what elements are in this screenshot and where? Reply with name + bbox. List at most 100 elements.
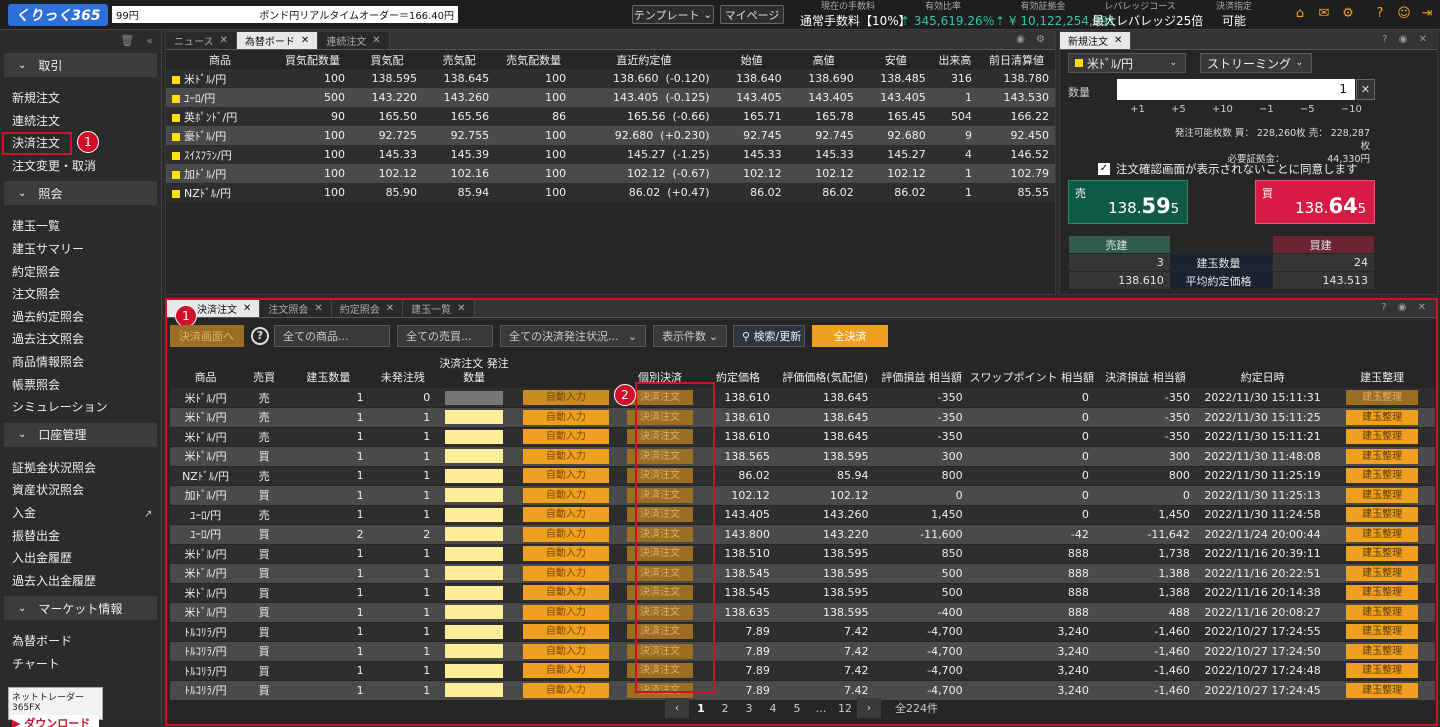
clear-qty-icon[interactable]: ✕ xyxy=(1356,79,1375,100)
position-col-4[interactable]: 決済注文 発注数量 xyxy=(436,352,512,388)
qty-step-button[interactable]: +10 xyxy=(1212,104,1233,120)
settle-order-button[interactable]: 決済注文 xyxy=(626,448,693,464)
position-col-1[interactable]: 売買 xyxy=(241,352,287,388)
rate-ask[interactable]: 102.16 xyxy=(451,167,490,180)
settle-qty-input[interactable] xyxy=(445,488,504,503)
rate-row[interactable]: 英ﾎﾟﾝﾄﾞ/円 90 165.50 165.56 86 165.56 (-0.66) 16… xyxy=(166,107,1055,126)
settle-order-button[interactable]: 決済注文 xyxy=(626,624,693,640)
rate-row[interactable]: 豪ﾄﾞﾙ/円 100 92.725 92.755 100 92.680 (+0.230) 9… xyxy=(166,126,1055,145)
check-icon[interactable]: ✓ xyxy=(1098,163,1110,175)
sidebar-item-1-2[interactable]: 約定照会 xyxy=(0,261,161,284)
search-button[interactable]: ⚲ 検索/更新 xyxy=(733,325,805,347)
rate-bid[interactable]: 143.220 xyxy=(372,91,418,104)
auto-fill-button[interactable]: 自動入力 xyxy=(522,390,609,405)
organize-button[interactable]: 建玉整理 xyxy=(1346,487,1419,503)
sidebar-item-2-1[interactable]: 資産状況照会 xyxy=(0,479,161,502)
rate-bid[interactable]: 85.90 xyxy=(386,186,418,199)
sidebar-item-1-6[interactable]: 商品情報照会 xyxy=(0,351,161,374)
auto-fill-button[interactable]: 自動入力 xyxy=(522,546,609,562)
sidebar-section-1[interactable]: ⌄ 照会 xyxy=(4,181,157,206)
rate-row[interactable]: NZﾄﾞﾙ/円 100 85.90 85.94 100 86.02 (+0.47) 86.0… xyxy=(166,183,1055,202)
close-icon[interactable]: ✕ xyxy=(301,35,309,46)
settle-order-button[interactable]: 決済注文 xyxy=(626,526,693,542)
sidebar-item-2-4[interactable]: 入出金履歴 xyxy=(0,547,161,570)
auto-fill-button[interactable]: 自動入力 xyxy=(522,448,609,464)
organize-button[interactable]: 建玉整理 xyxy=(1346,507,1419,523)
tab-continuous-order[interactable]: 連続注文 ✕ xyxy=(318,32,390,49)
settle-order-button[interactable]: 決済注文 xyxy=(626,429,693,445)
position-col-7[interactable]: 約定価格 xyxy=(700,352,776,388)
count-filter[interactable]: 表示件数 ⌄ xyxy=(653,325,727,347)
tab-position-list[interactable]: 建玉一覧 ✕ xyxy=(403,300,475,317)
rate-bid[interactable]: 145.33 xyxy=(379,148,418,161)
settle-qty-input[interactable] xyxy=(445,683,504,698)
settle-all-button[interactable]: 全決済 xyxy=(812,325,888,347)
sidebar-item-2-3[interactable]: 振替出金 xyxy=(0,525,161,548)
organize-button[interactable]: 建玉整理 xyxy=(1346,429,1419,445)
page-5[interactable]: … xyxy=(809,702,833,715)
auto-fill-button[interactable]: 自動入力 xyxy=(522,487,609,503)
page-4[interactable]: 5 xyxy=(785,702,809,715)
side-filter[interactable]: 全ての売買... xyxy=(397,325,493,347)
auto-fill-button[interactable]: 自動入力 xyxy=(522,663,609,679)
sell-price-button[interactable]: 売 138.595 xyxy=(1068,180,1188,224)
auto-fill-button[interactable]: 自動入力 xyxy=(522,565,609,581)
settle-qty-input[interactable] xyxy=(445,624,504,639)
tab-new-order[interactable]: 新規注文 ✕ xyxy=(1060,32,1132,49)
settle-qty-input[interactable] xyxy=(445,468,504,483)
help-icon[interactable]: ? xyxy=(1373,7,1387,21)
settle-order-button[interactable]: 決済注文 xyxy=(626,468,693,484)
page-3[interactable]: 4 xyxy=(761,702,785,715)
qty-step-button[interactable]: −5 xyxy=(1300,104,1315,120)
auto-fill-button[interactable]: 自動入力 xyxy=(522,604,609,620)
settle-qty-input[interactable] xyxy=(445,527,504,542)
organize-button[interactable]: 建玉整理 xyxy=(1346,448,1419,464)
rate-ask[interactable]: 143.260 xyxy=(444,91,490,104)
qty-step-button[interactable]: +5 xyxy=(1171,104,1186,120)
logout-icon[interactable]: ⇥ xyxy=(1420,7,1434,21)
collapse-icon[interactable]: « xyxy=(146,34,153,47)
qty-step-button[interactable]: −10 xyxy=(1341,104,1362,120)
sidebar-item-1-8[interactable]: シミュレーション xyxy=(0,396,161,419)
close-icon[interactable]: ✕ xyxy=(372,35,380,46)
back-to-settle-button[interactable]: 決済画面へ xyxy=(170,325,244,347)
panel-controls-icon[interactable]: ◉ ⚙ xyxy=(1016,34,1049,45)
organize-button[interactable]: 建玉整理 xyxy=(1346,390,1419,405)
settle-order-button[interactable]: 決済注文 xyxy=(626,682,693,698)
settle-qty-input[interactable] xyxy=(445,585,504,600)
sidebar-item-3-0[interactable]: 為替ボード xyxy=(0,630,161,653)
rate-ask[interactable]: 138.645 xyxy=(444,72,490,85)
sidebar-item-1-4[interactable]: 過去約定照会 xyxy=(0,306,161,329)
position-col-9[interactable]: 評価損益 相当額 xyxy=(875,352,969,388)
settle-qty-input[interactable] xyxy=(445,507,504,522)
organize-button[interactable]: 建玉整理 xyxy=(1346,682,1419,698)
rate-bid[interactable]: 102.12 xyxy=(379,167,418,180)
download-button[interactable]: ▶ ダウンロード xyxy=(12,715,99,727)
rate-row[interactable]: 加ﾄﾞﾙ/円 100 102.12 102.16 100 102.12 (-0.67) 10… xyxy=(166,164,1055,183)
mail-icon[interactable]: ✉ xyxy=(1317,7,1331,21)
mypage-button[interactable]: マイページ xyxy=(720,5,784,24)
prev-page-button[interactable]: ‹ xyxy=(665,698,689,718)
settle-order-button[interactable]: 決済注文 xyxy=(626,507,693,523)
position-col-10[interactable]: スワップポイント 相当額 xyxy=(969,352,1095,388)
position-col-13[interactable]: 建玉整理 xyxy=(1329,352,1435,388)
settle-order-button[interactable]: 決済注文 xyxy=(626,409,693,425)
sidebar-item-2-2[interactable]: 入金 xyxy=(0,502,161,525)
settle-qty-input[interactable] xyxy=(445,449,504,464)
position-col-8[interactable]: 評価価格(気配値) xyxy=(776,352,875,388)
settle-qty-input[interactable] xyxy=(445,566,504,581)
settle-qty-input[interactable] xyxy=(445,644,504,659)
sidebar-item-1-5[interactable]: 過去注文照会 xyxy=(0,328,161,351)
sidebar-section-3[interactable]: ⌄ マーケット情報 xyxy=(4,596,157,621)
close-icon[interactable]: ✕ xyxy=(220,35,228,46)
rate-bid[interactable]: 92.725 xyxy=(379,129,418,142)
rate-row[interactable]: ﾕｰﾛ/円 500 143.220 143.260 100 143.405 (-0.125… xyxy=(166,88,1055,107)
sidebar-section-2[interactable]: ⌄ 口座管理 xyxy=(4,422,157,447)
buy-price-button[interactable]: 買 138.645 xyxy=(1255,180,1375,224)
page-2[interactable]: 3 xyxy=(737,702,761,715)
settle-qty-input[interactable] xyxy=(445,546,504,561)
position-col-3[interactable]: 未発注残 xyxy=(370,352,437,388)
organize-button[interactable]: 建玉整理 xyxy=(1346,565,1419,581)
settle-qty-input[interactable] xyxy=(445,605,504,620)
auto-fill-button[interactable]: 自動入力 xyxy=(522,682,609,698)
